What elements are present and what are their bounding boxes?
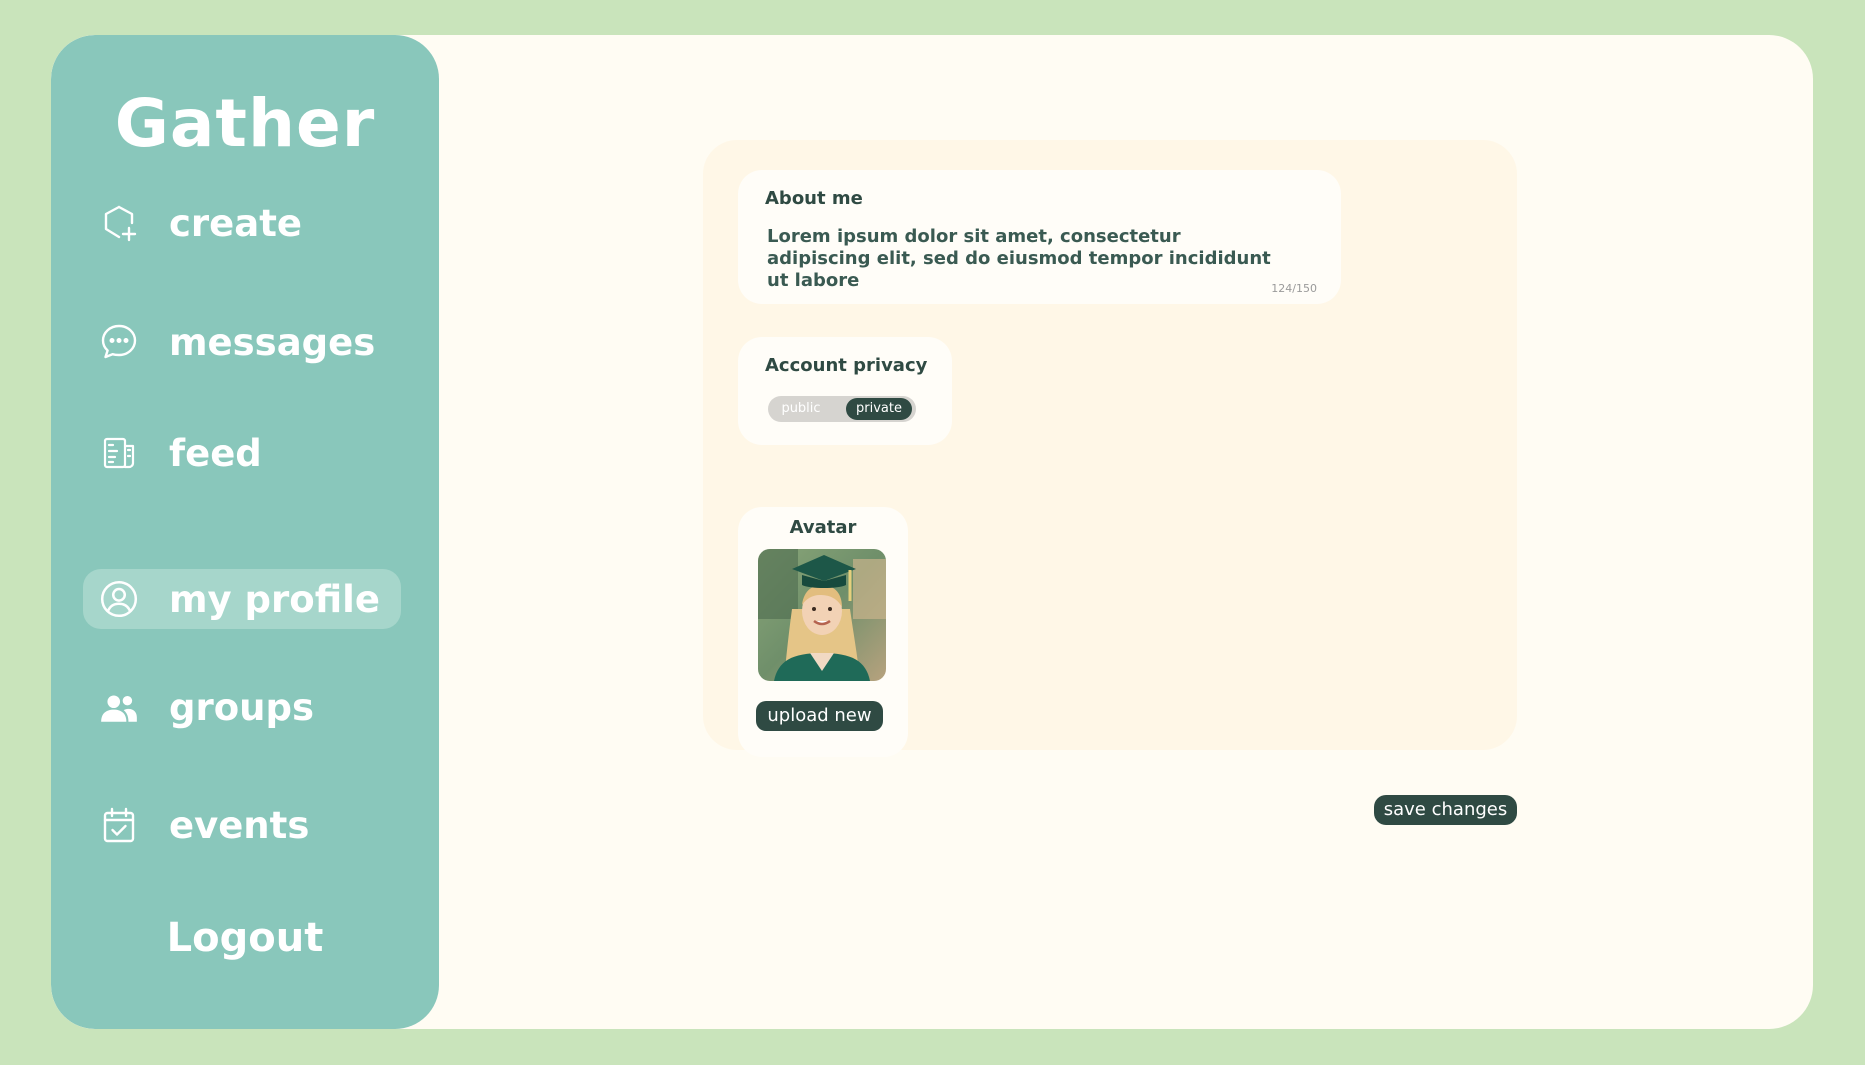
newspaper-icon xyxy=(97,431,141,475)
character-counter: 124/150 xyxy=(1271,282,1317,295)
sidebar-item-groups[interactable]: groups xyxy=(83,677,401,737)
sidebar-item-label: groups xyxy=(169,685,315,729)
account-privacy-title: Account privacy xyxy=(765,355,928,376)
user-circle-icon xyxy=(97,577,141,621)
save-changes-button[interactable]: save changes xyxy=(1374,795,1517,825)
privacy-option-public[interactable]: public xyxy=(776,396,826,422)
about-me-textarea[interactable]: Lorem ipsum dolor sit amet, consectetur … xyxy=(767,226,1287,292)
upload-avatar-button[interactable]: upload new xyxy=(756,701,883,731)
app-frame: Gather create messages feed my profile g… xyxy=(51,35,1813,1029)
avatar-card: Avatar upload new xyxy=(738,507,908,757)
sidebar: Gather create messages feed my profile g… xyxy=(51,35,439,1029)
sidebar-item-label: messages xyxy=(169,320,376,364)
sidebar-item-label: events xyxy=(169,803,310,847)
privacy-toggle[interactable]: public private xyxy=(768,396,916,422)
sidebar-item-create[interactable]: create xyxy=(83,193,401,253)
calendar-check-icon xyxy=(97,803,141,847)
users-icon xyxy=(97,685,141,729)
about-me-card: About me Lorem ipsum dolor sit amet, con… xyxy=(738,170,1341,304)
sidebar-item-feed[interactable]: feed xyxy=(83,423,401,483)
sidebar-item-label: my profile xyxy=(169,577,380,621)
avatar-title: Avatar xyxy=(789,517,857,538)
hexagon-plus-icon xyxy=(97,201,141,245)
account-privacy-card: Account privacy public private xyxy=(738,337,952,445)
sidebar-item-label: feed xyxy=(169,431,262,475)
sidebar-item-label: create xyxy=(169,201,303,245)
privacy-option-private[interactable]: private xyxy=(846,398,912,420)
profile-settings-panel: About me Lorem ipsum dolor sit amet, con… xyxy=(703,140,1517,757)
app-logo: Gather xyxy=(114,85,376,162)
avatar-image xyxy=(758,549,886,681)
logout-button[interactable]: Logout xyxy=(51,915,439,961)
sidebar-item-my-profile[interactable]: my profile xyxy=(83,569,401,629)
about-me-title: About me xyxy=(765,188,863,209)
sidebar-item-messages[interactable]: messages xyxy=(83,312,401,372)
sidebar-item-events[interactable]: events xyxy=(83,795,401,855)
chat-bubble-icon xyxy=(97,320,141,364)
